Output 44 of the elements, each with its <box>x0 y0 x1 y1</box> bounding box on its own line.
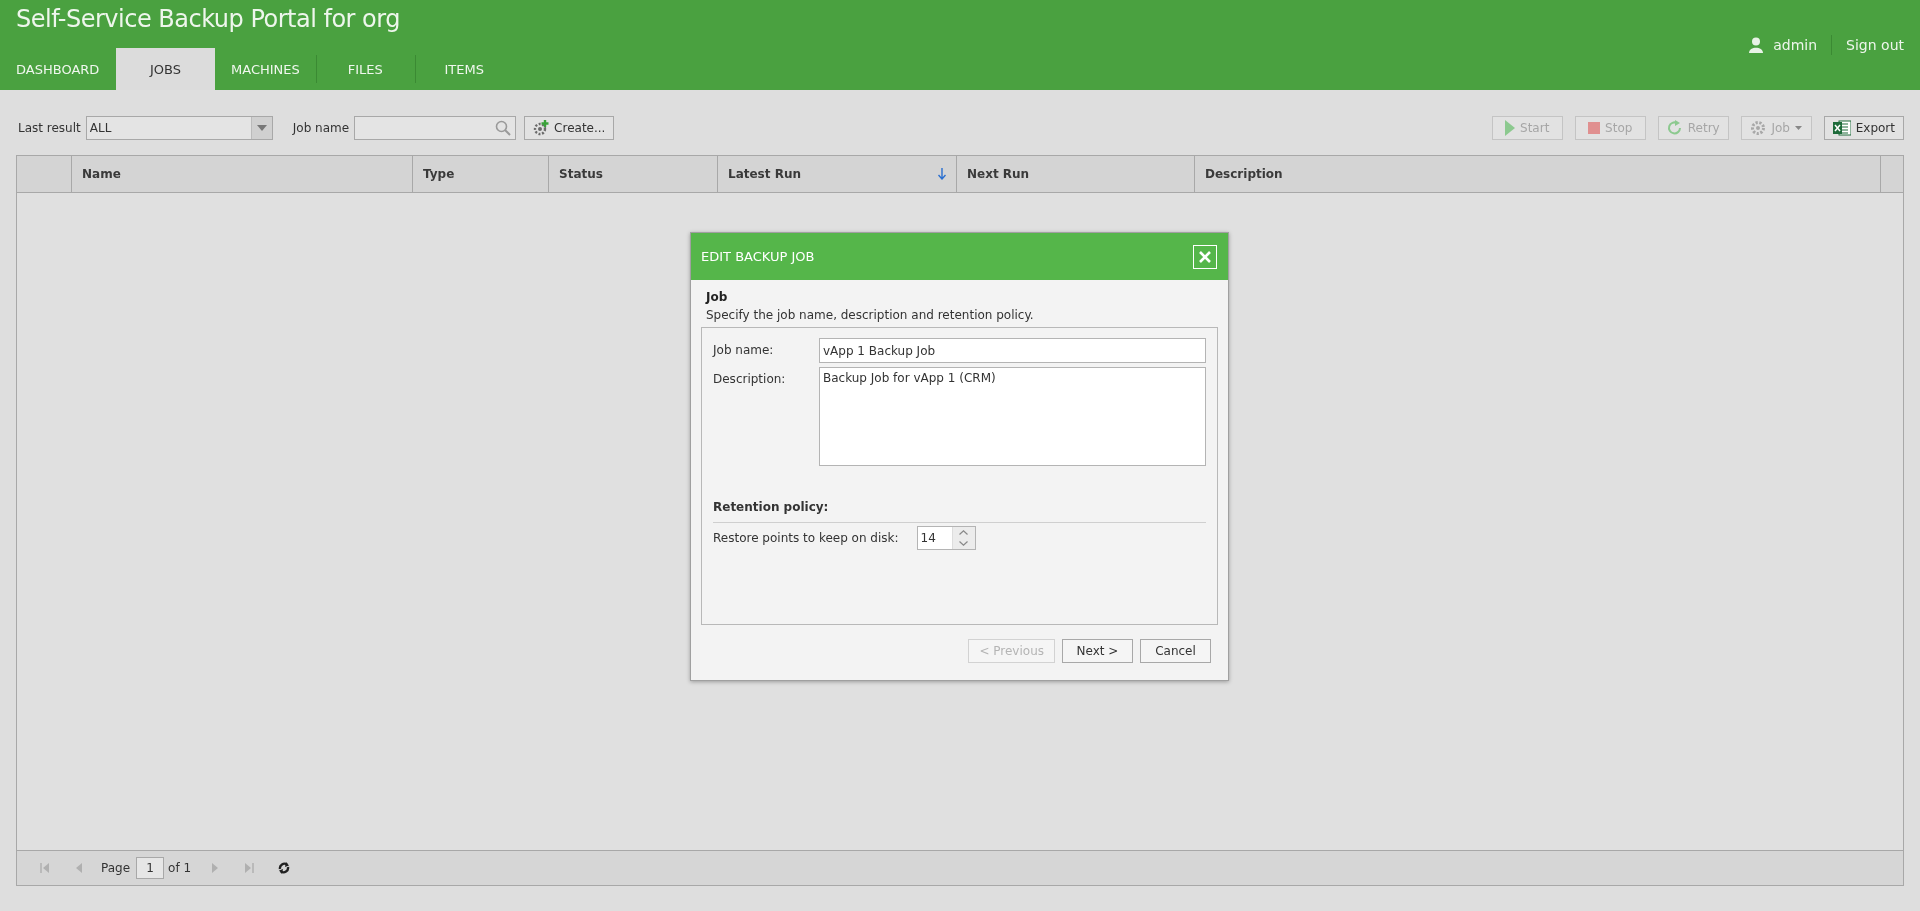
dialog-button[interactable]: Next > <box>1062 639 1133 663</box>
chevron-up-icon <box>959 530 969 535</box>
stop-icon <box>1588 122 1601 134</box>
retention-title: Retention policy: <box>713 500 1206 523</box>
close-icon <box>1199 250 1211 263</box>
number-spinner[interactable]: 14 <box>916 526 976 550</box>
description-field[interactable]: Backup Job for vApp 1 (CRM) <box>819 367 1206 466</box>
chevron-down-icon <box>959 541 969 546</box>
column-header[interactable]: Latest Run <box>718 156 957 192</box>
caret-icon <box>256 125 267 131</box>
column-header[interactable]: Name <box>72 156 413 192</box>
column-header[interactable]: Description <box>1195 156 1881 192</box>
nav-tab[interactable]: JOBS <box>116 48 215 90</box>
field-label: Restore points to keep on disk: <box>713 531 899 545</box>
dialog-button[interactable]: Cancel <box>1140 639 1211 663</box>
create-button[interactable]: Create... <box>524 116 615 140</box>
field-label: Description: <box>713 371 787 388</box>
play-icon <box>1505 120 1516 136</box>
action-button[interactable]: Export <box>1823 116 1904 140</box>
search-icon <box>495 120 512 136</box>
column-header[interactable]: Next Run <box>957 156 1195 192</box>
retry-icon <box>1666 120 1683 136</box>
page-label: Page <box>101 861 131 875</box>
text-field[interactable]: vApp 1 Backup Job <box>819 338 1206 363</box>
gear-icon <box>1750 120 1767 136</box>
page-field[interactable]: 1 <box>136 857 165 879</box>
spreadsheet-icon <box>1832 120 1851 136</box>
job-name-label: Job name <box>292 121 350 135</box>
section-hint: Specify the job name, description and retention policy. <box>705 307 1035 324</box>
section-title: Job <box>704 290 729 304</box>
filter-label: Last result <box>18 121 81 135</box>
close-button[interactable] <box>1193 244 1217 269</box>
column-header[interactable]: Status <box>549 156 718 192</box>
result-dropdown[interactable]: ALL <box>85 116 273 140</box>
field-label: Job name: <box>713 342 775 359</box>
column-header[interactable]: Type <box>413 156 549 192</box>
gear-plus-icon <box>533 120 550 136</box>
page-count: of 1 <box>168 861 192 875</box>
portal-title: Self-Service Backup Portal for org <box>15 4 401 33</box>
user-icon <box>1749 37 1764 53</box>
search-field[interactable] <box>354 116 517 140</box>
refresh-icon[interactable] <box>278 862 291 874</box>
dialog-title: EDIT BACKUP JOB <box>701 249 815 264</box>
caret-icon <box>1794 126 1802 130</box>
